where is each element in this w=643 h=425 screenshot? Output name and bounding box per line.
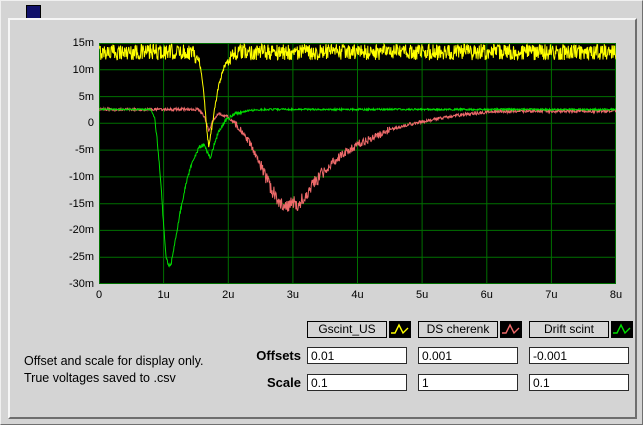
legend-label[interactable]: DS cherenk [418,321,498,338]
x-tick-label: 2u [208,288,248,302]
offsets-label: Offsets [215,348,301,363]
x-tick-label: 7u [531,288,571,302]
x-tick-label: 8u [596,288,636,302]
y-tick-label: -25m [34,250,94,264]
front-panel-window: 15m10m5m0-5m-10m-15m-20m-25m-30m 01u2u3u… [0,0,643,425]
note-text: Offset and scale for display only. True … [24,353,204,387]
x-tick-label: 4u [338,288,378,302]
y-tick-label: 15m [34,36,94,50]
x-tick-label: 3u [273,288,313,302]
main-panel: 15m10m5m0-5m-10m-15m-20m-25m-30m 01u2u3u… [8,18,637,419]
legend-label[interactable]: Drift scint [529,321,609,338]
x-tick-label: 1u [144,288,184,302]
note-line2: True voltages saved to .csv [24,370,204,387]
scale-input-2[interactable] [418,374,518,391]
legend-item[interactable]: DS cherenk [418,321,522,338]
plot-legend: Gscint_US DS cherenk Drift scint [10,321,635,338]
offsets-row: Offsets [215,346,640,365]
scale-input-1[interactable] [307,374,407,391]
y-tick-label: -10m [34,170,94,184]
y-tick-label: -20m [34,223,94,237]
plot-area[interactable] [99,43,616,284]
legend-plot-icon[interactable] [389,321,411,338]
legend-item[interactable]: Gscint_US [307,321,411,338]
legend-label[interactable]: Gscint_US [307,321,387,338]
scale-row: Scale [215,373,640,392]
offset-input-2[interactable] [418,347,518,364]
y-tick-label: 10m [34,63,94,77]
x-tick-label: 0 [79,288,119,302]
legend-plot-icon[interactable] [611,321,633,338]
legend-plot-icon[interactable] [500,321,522,338]
legend-item[interactable]: Drift scint [529,321,633,338]
note-line1: Offset and scale for display only. [24,353,204,370]
x-tick-label: 5u [402,288,442,302]
y-tick-label: 0 [34,116,94,130]
scale-input-3[interactable] [529,374,629,391]
x-tick-label: 6u [467,288,507,302]
y-tick-label: 5m [34,90,94,104]
y-tick-label: -5m [34,143,94,157]
y-tick-label: -15m [34,197,94,211]
scale-label: Scale [215,375,301,390]
offset-input-3[interactable] [529,347,629,364]
offset-input-1[interactable] [307,347,407,364]
